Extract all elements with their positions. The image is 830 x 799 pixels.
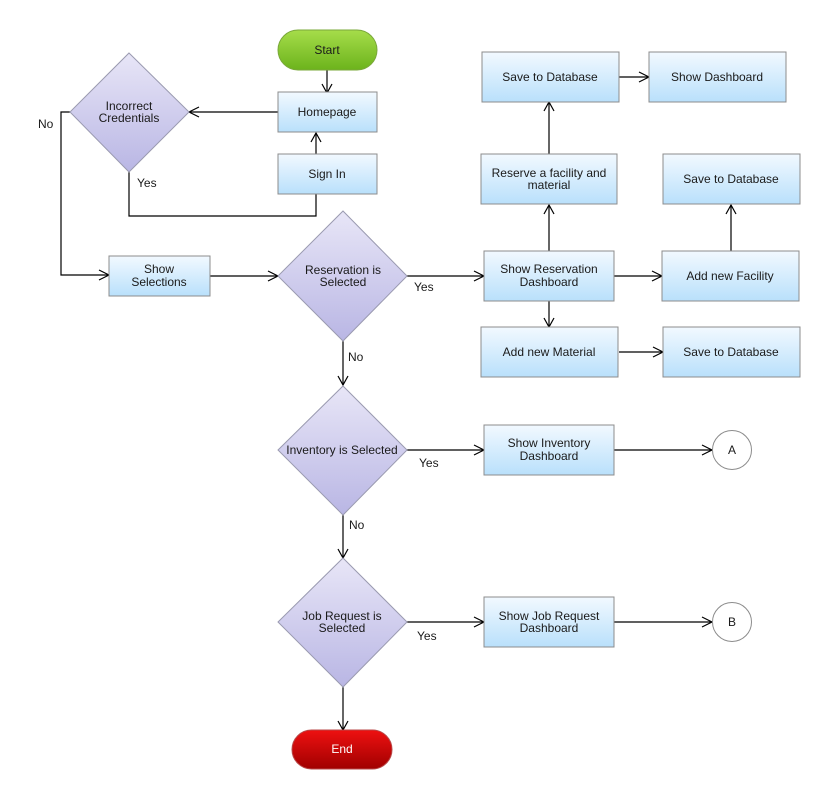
label-inventory-no: No [349, 518, 365, 532]
node-incorrect-credentials-line2: Credentials [99, 111, 160, 125]
node-reservation-selected-line2: Selected [320, 275, 367, 289]
node-add-new-facility[interactable]: Add new Facility [661, 250, 800, 302]
node-reservation-selected[interactable]: Reservation is Selected [277, 210, 408, 342]
node-start-label: Start [314, 43, 340, 57]
node-show-reservation-dashboard-line2: Dashboard [520, 275, 579, 289]
node-incorrect-credentials[interactable]: Incorrect Credentials [69, 52, 190, 173]
node-add-new-material[interactable]: Add new Material [480, 326, 619, 378]
node-show-dashboard-label: Show Dashboard [671, 70, 763, 84]
node-show-selections-line2: Selections [131, 275, 186, 289]
node-show-inventory-dashboard-line1: Show Inventory [508, 436, 591, 450]
node-save-db-3-label: Save to Database [683, 345, 779, 359]
connector-b[interactable]: B [712, 602, 752, 642]
node-save-db-1[interactable]: Save to Database [481, 51, 620, 103]
node-end[interactable]: End [291, 729, 393, 770]
node-show-dashboard[interactable]: Show Dashboard [648, 51, 787, 103]
flowchart: No Yes Yes No Yes No Yes Start Homepage … [38, 29, 801, 770]
node-show-reservation-dashboard[interactable]: Show Reservation Dashboard [483, 250, 615, 302]
node-save-db-3[interactable]: Save to Database [662, 326, 801, 378]
node-show-reservation-dashboard-line1: Show Reservation [500, 262, 597, 276]
node-save-db-2[interactable]: Save to Database [662, 153, 801, 205]
node-add-new-facility-label: Add new Facility [686, 269, 773, 283]
node-show-job-request-dashboard-line2: Dashboard [520, 621, 579, 635]
node-show-selections[interactable]: Show Selections [108, 255, 211, 297]
node-add-new-material-label: Add new Material [503, 345, 596, 359]
node-job-request-selected-line2: Selected [319, 621, 366, 635]
node-homepage[interactable]: Homepage [277, 91, 378, 133]
label-reservation-yes: Yes [414, 280, 434, 294]
node-sign-in-label: Sign In [308, 167, 345, 181]
node-show-inventory-dashboard[interactable]: Show Inventory Dashboard [483, 424, 615, 476]
node-show-selections-line1: Show [144, 262, 174, 276]
node-reserve-facility-material-line2: material [528, 178, 571, 192]
node-start[interactable]: Start [277, 29, 378, 71]
node-save-db-2-label: Save to Database [683, 172, 779, 186]
node-show-inventory-dashboard-line2: Dashboard [520, 449, 579, 463]
label-jobrequest-yes: Yes [417, 629, 437, 643]
node-reserve-facility-material[interactable]: Reserve a facility and material [480, 153, 618, 205]
label-reservation-no: No [348, 350, 364, 364]
label-credentials-no: No [38, 117, 54, 131]
connector-a[interactable]: A [712, 430, 752, 470]
label-inventory-yes: Yes [419, 456, 439, 470]
node-end-label: End [331, 742, 352, 756]
node-job-request-selected[interactable]: Job Request is Selected [277, 557, 408, 688]
node-inventory-selected[interactable]: Inventory is Selected [277, 385, 408, 516]
connector-a-label: A [728, 443, 736, 457]
edge-labels: No Yes Yes No Yes No Yes [38, 117, 439, 643]
label-credentials-yes: Yes [137, 176, 157, 190]
node-inventory-selected-label: Inventory is Selected [286, 443, 397, 457]
node-show-job-request-dashboard[interactable]: Show Job Request Dashboard [483, 596, 615, 648]
connector-b-label: B [728, 615, 736, 629]
node-sign-in[interactable]: Sign In [277, 153, 378, 195]
node-homepage-label: Homepage [298, 105, 357, 119]
node-save-db-1-label: Save to Database [502, 70, 598, 84]
